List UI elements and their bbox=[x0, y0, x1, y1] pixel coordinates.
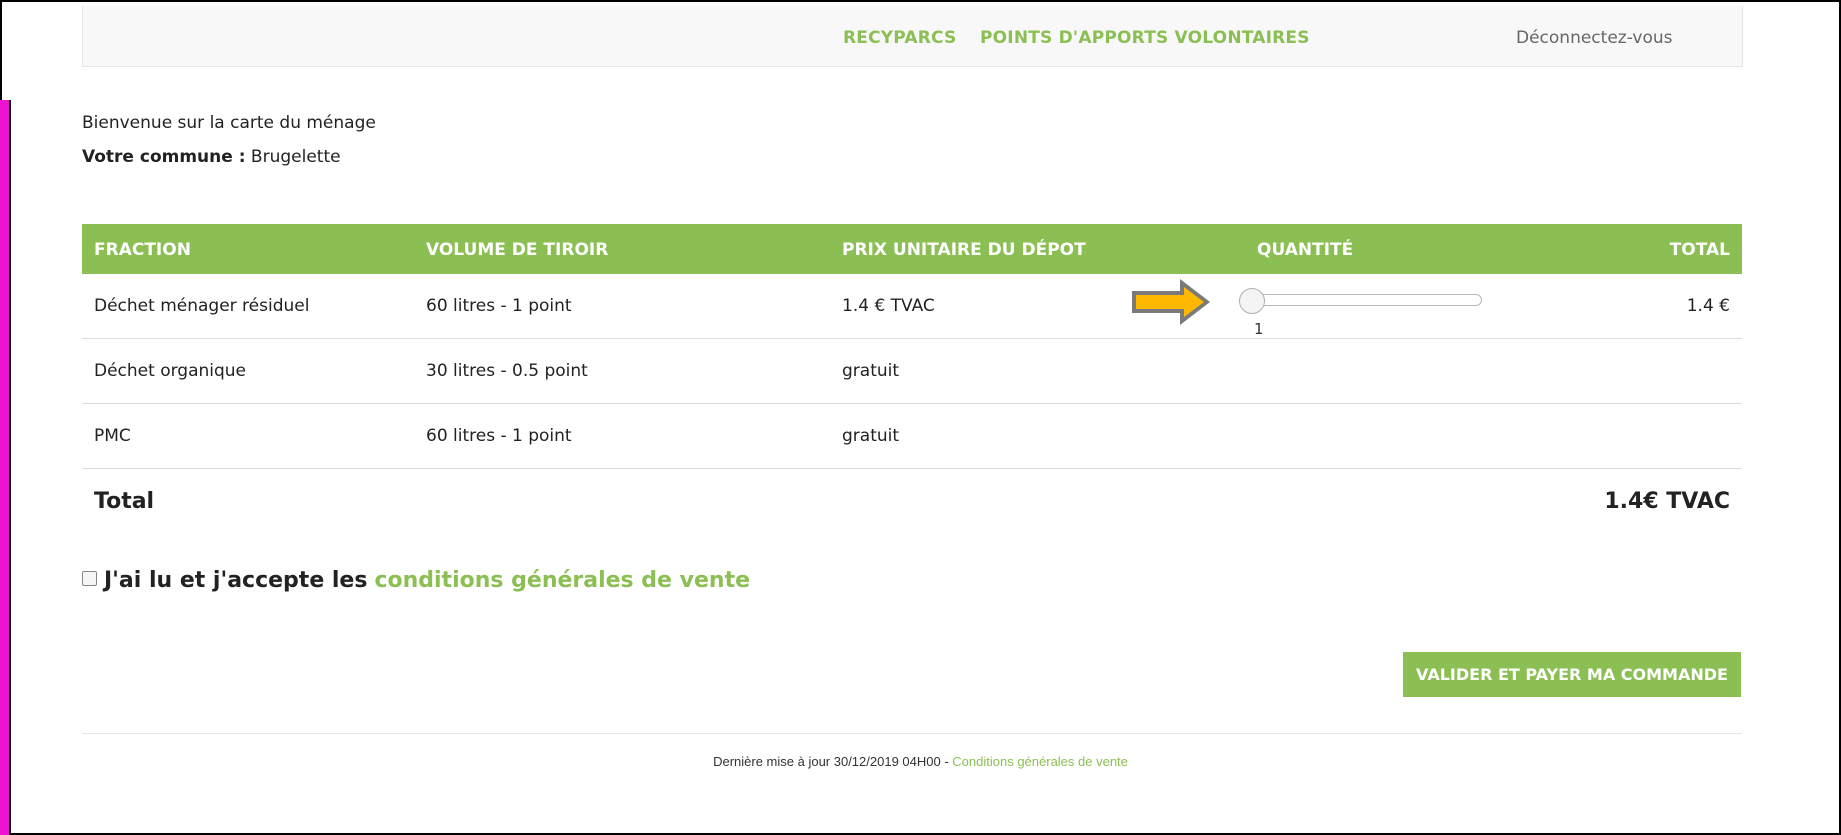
cell-volume: 60 litres - 1 point bbox=[426, 426, 572, 446]
footer-text: Dernière mise à jour 30/12/2019 04H00 - bbox=[713, 754, 953, 769]
table-row: Déchet organique 30 litres - 0.5 point g… bbox=[82, 339, 1742, 404]
cell-fraction: Déchet ménager résiduel bbox=[94, 296, 310, 316]
cell-total: 1.4 € bbox=[1686, 296, 1730, 316]
side-accent-bar bbox=[0, 100, 11, 835]
header-price: PRIX UNITAIRE DU DÉPOT bbox=[842, 240, 1086, 260]
total-label: Total bbox=[94, 489, 155, 514]
cell-fraction: PMC bbox=[94, 426, 131, 446]
cell-price: 1.4 € TVAC bbox=[842, 296, 935, 316]
cell-price: gratuit bbox=[842, 426, 900, 446]
logout-link[interactable]: Déconnectez-vous bbox=[1516, 28, 1672, 48]
validate-pay-button[interactable]: VALIDER ET PAYER MA COMMANDE bbox=[1403, 652, 1741, 697]
commune-value: Brugelette bbox=[250, 147, 341, 167]
commune-label: Votre commune : bbox=[82, 147, 246, 167]
footer: Dernière mise à jour 30/12/2019 04H00 - … bbox=[0, 754, 1841, 769]
terms-link[interactable]: conditions générales de vente bbox=[374, 568, 750, 593]
header-fraction: FRACTION bbox=[94, 240, 191, 260]
header-total: TOTAL bbox=[1669, 240, 1730, 260]
cell-price: gratuit bbox=[842, 361, 900, 381]
total-row: Total 1.4€ TVAC bbox=[82, 469, 1742, 539]
footer-divider bbox=[82, 733, 1742, 734]
welcome-text: Bienvenue sur la carte du ménage bbox=[82, 113, 376, 133]
footer-terms-link[interactable]: Conditions générales de vente bbox=[952, 754, 1128, 769]
total-value: 1.4€ TVAC bbox=[1604, 489, 1730, 514]
table-row: Déchet ménager résiduel 60 litres - 1 po… bbox=[82, 274, 1742, 339]
quantity-value: 1 bbox=[1254, 320, 1264, 338]
nav-link-recyparcs[interactable]: RECYPARCS bbox=[843, 28, 956, 48]
order-table: FRACTION VOLUME DE TIROIR PRIX UNITAIRE … bbox=[82, 224, 1742, 539]
table-row: PMC 60 litres - 1 point gratuit bbox=[82, 404, 1742, 469]
cell-volume: 30 litres - 0.5 point bbox=[426, 361, 588, 381]
nav-link-points-apports[interactable]: POINTS D'APPORTS VOLONTAIRES bbox=[980, 28, 1310, 48]
slider-thumb[interactable] bbox=[1239, 288, 1265, 314]
checkbox-icon[interactable] bbox=[82, 571, 97, 586]
header-volume: VOLUME DE TIROIR bbox=[426, 240, 609, 260]
right-arrow-icon bbox=[1132, 279, 1210, 325]
commune-line: Votre commune : Brugelette bbox=[82, 147, 341, 167]
terms-label: J'ai lu et j'accepte les bbox=[104, 568, 368, 593]
quantity-slider[interactable] bbox=[1239, 288, 1482, 314]
cell-volume: 60 litres - 1 point bbox=[426, 296, 572, 316]
top-navbar: RECYPARCS POINTS D'APPORTS VOLONTAIRES D… bbox=[82, 6, 1743, 67]
cell-fraction: Déchet organique bbox=[94, 361, 247, 381]
terms-acceptance: J'ai lu et j'accepte les conditions géné… bbox=[82, 568, 750, 593]
table-header: FRACTION VOLUME DE TIROIR PRIX UNITAIRE … bbox=[82, 224, 1742, 274]
header-quantity: QUANTITÉ bbox=[1257, 240, 1354, 260]
